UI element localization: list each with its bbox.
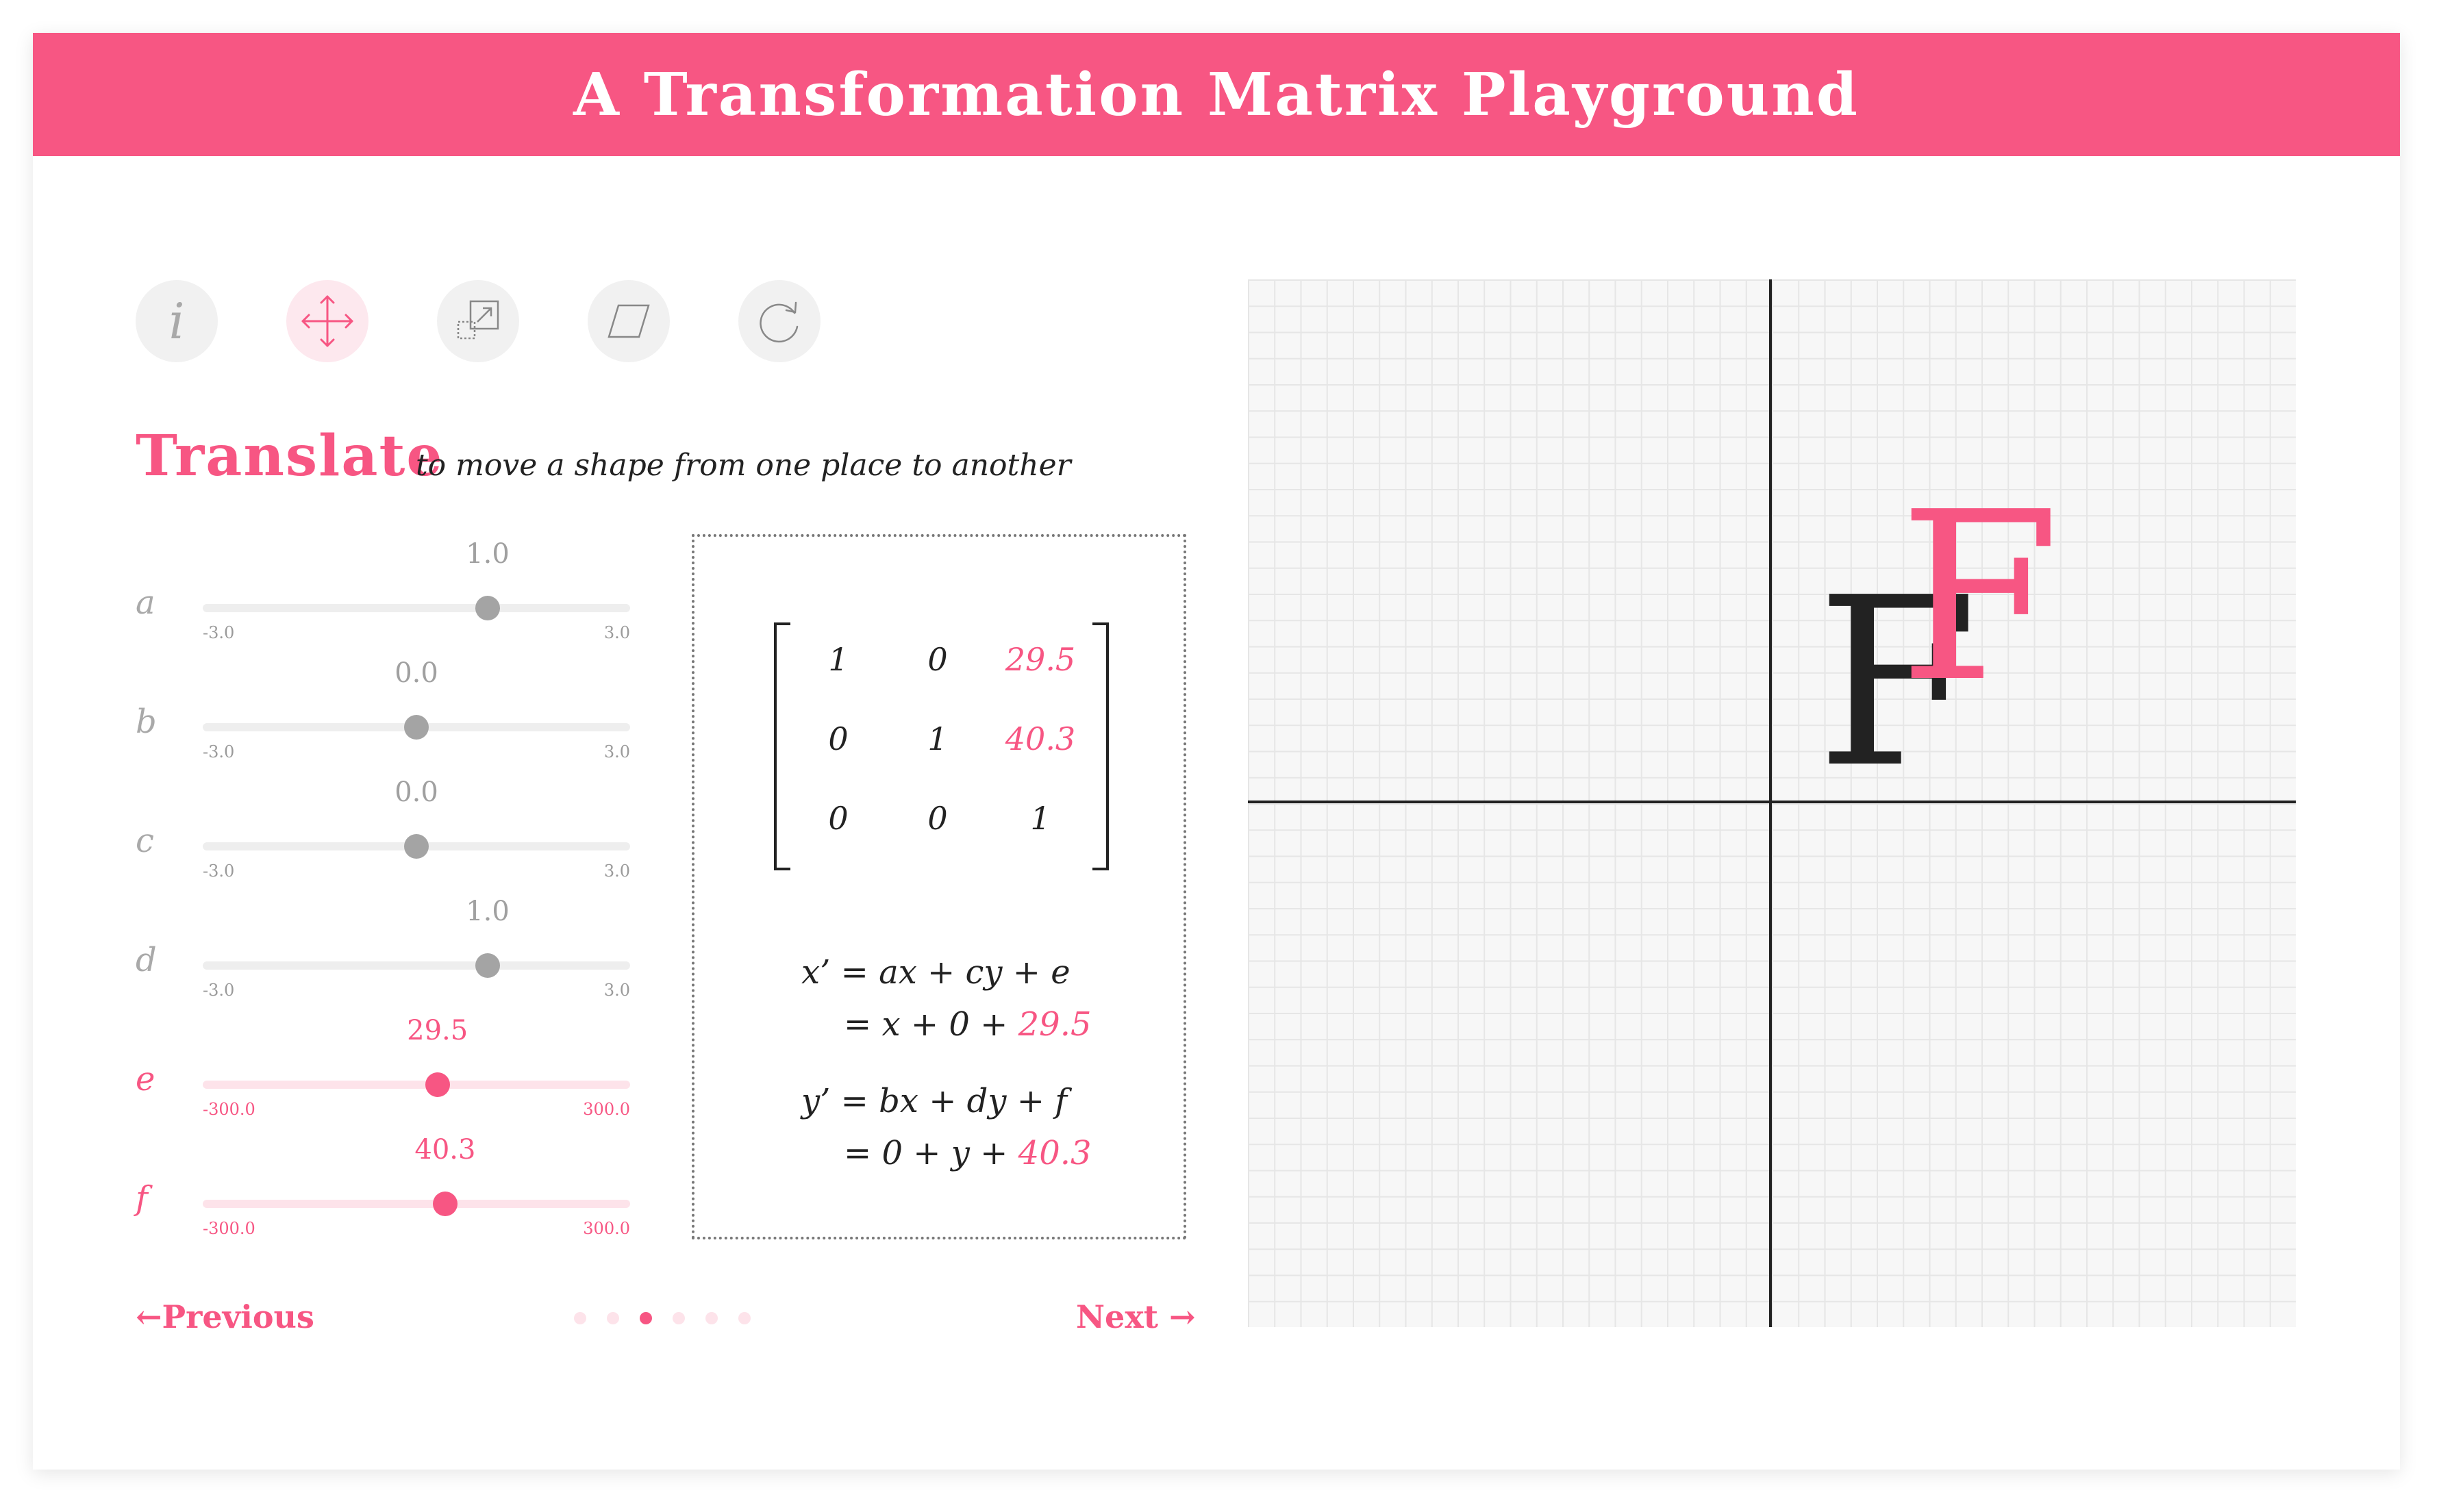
matrix-cell-r0c0: 1 bbox=[828, 641, 849, 678]
slider-e: e 29.5 -300.0 300.0 bbox=[136, 1015, 636, 1119]
page-dot[interactable] bbox=[640, 1312, 652, 1324]
page-dots bbox=[574, 1312, 751, 1324]
slider-min-label: -3.0 bbox=[203, 981, 235, 1000]
y-axis bbox=[1769, 279, 1772, 1327]
skew-button[interactable] bbox=[588, 280, 670, 362]
previous-button[interactable]: ←Previous bbox=[136, 1298, 314, 1335]
slider-max-label: 300.0 bbox=[583, 1219, 630, 1238]
page-dot[interactable] bbox=[574, 1312, 586, 1324]
info-icon: i bbox=[168, 292, 185, 350]
slider-min-label: -300.0 bbox=[203, 1100, 255, 1119]
translate-button[interactable] bbox=[286, 280, 368, 362]
slider-label: e bbox=[136, 1060, 155, 1098]
scale-button[interactable] bbox=[437, 280, 519, 362]
slider-value: 0.0 bbox=[395, 657, 438, 689]
scale-icon bbox=[457, 300, 499, 340]
matrix-cell-r1c0: 0 bbox=[828, 720, 849, 757]
slider-value: 1.0 bbox=[466, 538, 510, 570]
slider-label: b bbox=[136, 703, 157, 741]
section-description: to move a shape from one place to anothe… bbox=[416, 448, 1071, 483]
slider-label: c bbox=[136, 822, 154, 860]
page-title: A Transformation Matrix Playground bbox=[573, 60, 1860, 129]
transformed-shape: F bbox=[1899, 462, 2060, 733]
slider-max-label: 3.0 bbox=[603, 861, 630, 881]
matrix-bracket-right bbox=[1092, 622, 1109, 870]
next-button[interactable]: Next → bbox=[1076, 1298, 1196, 1335]
page-dot[interactable] bbox=[607, 1312, 619, 1324]
slider-max-label: 3.0 bbox=[603, 981, 630, 1000]
slider-value: 29.5 bbox=[407, 1015, 468, 1046]
skew-icon bbox=[608, 304, 650, 338]
slider-label: a bbox=[136, 583, 155, 622]
slider-track[interactable] bbox=[203, 1081, 630, 1089]
slider-min-label: -3.0 bbox=[203, 742, 235, 761]
slider-max-label: 3.0 bbox=[603, 742, 630, 761]
slider-max-label: 3.0 bbox=[603, 623, 630, 642]
slider-a: a 1.0 -3.0 3.0 bbox=[136, 538, 636, 642]
slider-value: 0.0 bbox=[395, 777, 438, 808]
slider-thumb[interactable] bbox=[425, 1072, 450, 1097]
transform-canvas[interactable]: F F bbox=[1248, 279, 2296, 1327]
page-dot[interactable] bbox=[673, 1312, 685, 1324]
slider-value: 1.0 bbox=[466, 896, 510, 927]
slider-thumb[interactable] bbox=[475, 596, 500, 620]
matrix-cell-r0c1: 0 bbox=[927, 641, 948, 678]
matrix-cell-r1c2: 40.3 bbox=[1005, 720, 1076, 757]
slider-max-label: 300.0 bbox=[583, 1100, 630, 1119]
matrix-cell-r0c2: 29.5 bbox=[1005, 641, 1076, 678]
x-axis bbox=[1248, 801, 2296, 803]
page-dot[interactable] bbox=[705, 1312, 718, 1324]
matrix-cell-r1c1: 1 bbox=[927, 720, 948, 757]
slider-thumb[interactable] bbox=[404, 715, 429, 740]
slider-track[interactable] bbox=[203, 1200, 630, 1208]
matrix-cell-r2c1: 0 bbox=[927, 800, 948, 837]
slider-label: f bbox=[136, 1179, 148, 1218]
info-button[interactable]: i bbox=[136, 280, 218, 362]
matrix-bracket-left bbox=[774, 622, 790, 870]
slider-label: d bbox=[136, 941, 157, 979]
matrix-cell-r2c2: 1 bbox=[1030, 800, 1051, 837]
slider-thumb[interactable] bbox=[432, 1192, 458, 1216]
matrix-panel: 1 0 29.5 0 1 40.3 0 0 1 x’ = ax + cy + e… bbox=[692, 534, 1186, 1239]
equation-x-values: = x + 0 + 29.5 bbox=[844, 1005, 1092, 1044]
slider-min-label: -300.0 bbox=[203, 1219, 255, 1238]
rotate-icon bbox=[760, 301, 799, 343]
slider-c: c 0.0 -3.0 3.0 bbox=[136, 777, 636, 881]
slider-d: d 1.0 -3.0 3.0 bbox=[136, 896, 636, 1000]
slider-track[interactable] bbox=[203, 604, 630, 612]
equation-y-values: = 0 + y + 40.3 bbox=[844, 1134, 1092, 1172]
translate-icon bbox=[301, 295, 353, 347]
equation-x-formula: x’ = ax + cy + e bbox=[801, 953, 1071, 992]
slider-thumb[interactable] bbox=[404, 834, 429, 859]
slider-min-label: -3.0 bbox=[203, 623, 235, 642]
page-dot[interactable] bbox=[738, 1312, 751, 1324]
equation-y-formula: y’ = bx + dy + f bbox=[801, 1082, 1068, 1120]
slider-b: b 0.0 -3.0 3.0 bbox=[136, 657, 636, 761]
matrix-cell-r2c0: 0 bbox=[828, 800, 849, 837]
section-title: Translate bbox=[136, 423, 444, 489]
app-header: A Transformation Matrix Playground bbox=[33, 33, 2400, 156]
slider-f: f 40.3 -300.0 300.0 bbox=[136, 1134, 636, 1238]
rotate-button[interactable] bbox=[738, 280, 821, 362]
slider-thumb[interactable] bbox=[475, 953, 500, 978]
slider-min-label: -3.0 bbox=[203, 861, 235, 881]
slider-value: 40.3 bbox=[414, 1134, 476, 1166]
slider-track[interactable] bbox=[203, 961, 630, 970]
